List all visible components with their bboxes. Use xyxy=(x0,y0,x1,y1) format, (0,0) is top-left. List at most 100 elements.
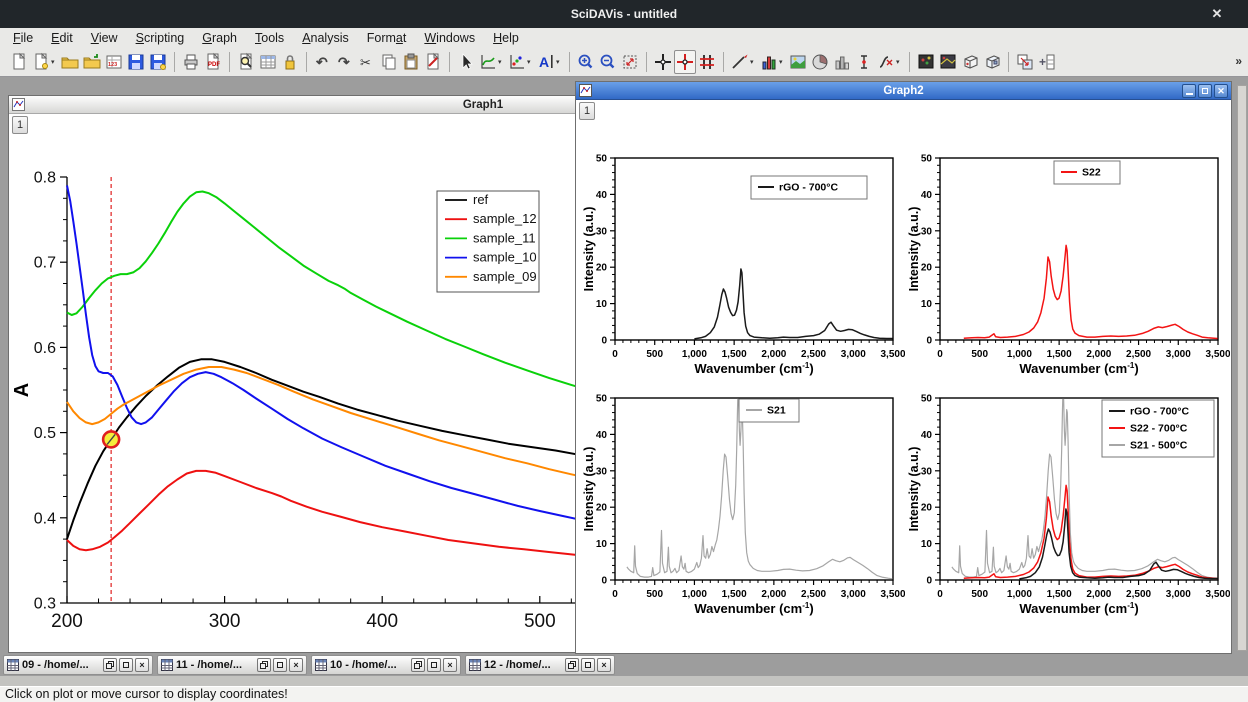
draw-line-dropdown-icon[interactable]: ▾ xyxy=(750,58,758,66)
print-icon[interactable] xyxy=(180,50,202,74)
raman_s22-legend[interactable]: S22 xyxy=(1054,161,1120,184)
minimized-window-3[interactable]: 10 - /home/... × xyxy=(311,655,461,675)
import-ascii-icon[interactable]: 123 xyxy=(103,50,125,74)
series-rGO - 700°C[interactable] xyxy=(694,269,893,339)
raman_rgo-legend[interactable]: rGO - 700°C xyxy=(751,176,867,199)
add-image-icon[interactable] xyxy=(787,50,809,74)
menu-format[interactable]: Format xyxy=(358,29,416,47)
graph2-window[interactable]: Graph2 ✕ 1 05001,0001,5002,0002,5003,000… xyxy=(575,81,1232,654)
raman_all-legend[interactable]: rGO - 700°CS22 - 700°CS21 - 500°C xyxy=(1102,400,1214,457)
error-bars-icon[interactable] xyxy=(853,50,875,74)
fit-wizard-icon[interactable] xyxy=(875,50,897,74)
draw-line-icon[interactable] xyxy=(729,50,751,74)
cut-icon[interactable]: ✂ xyxy=(356,50,378,74)
minimized-window-1[interactable]: 09 - /home/... × xyxy=(3,655,153,675)
find-window-icon[interactable] xyxy=(235,50,257,74)
zoom-out-icon[interactable] xyxy=(597,50,619,74)
new-aspect-icon[interactable] xyxy=(30,50,52,74)
menu-help[interactable]: Help xyxy=(484,29,528,47)
curve-style-icon[interactable] xyxy=(477,50,499,74)
maximize-icon[interactable] xyxy=(581,658,595,672)
close-icon[interactable]: × xyxy=(135,658,149,672)
disable-tools-icon[interactable] xyxy=(652,50,674,74)
menu-edit[interactable]: Edit xyxy=(42,29,82,47)
graph2-titlebar[interactable]: Graph2 ✕ xyxy=(576,82,1231,100)
raman-plot-s21[interactable]: 05001,0001,5002,0002,5003,0003,500010203… xyxy=(583,386,905,623)
minimized-window-4[interactable]: 12 - /home/... × xyxy=(465,655,615,675)
maximize-icon[interactable] xyxy=(273,658,287,672)
add-bars-icon[interactable] xyxy=(758,50,780,74)
symbol-style-icon[interactable] xyxy=(506,50,528,74)
rescale-icon[interactable] xyxy=(619,50,641,74)
new-aspect-dropdown-icon[interactable]: ▾ xyxy=(51,58,59,66)
new-project-icon[interactable] xyxy=(8,50,30,74)
fit-wizard-dropdown-icon[interactable]: ▾ xyxy=(896,58,904,66)
new-worksheet-icon[interactable] xyxy=(257,50,279,74)
add-layer-icon[interactable]: + xyxy=(1036,50,1058,74)
maximize-icon[interactable] xyxy=(427,658,441,672)
data-reader-icon[interactable] xyxy=(674,50,696,74)
toolbar-overflow-icon[interactable]: » xyxy=(1235,54,1242,68)
zoom-in-icon[interactable] xyxy=(575,50,597,74)
graph2-minimize-button[interactable] xyxy=(1182,84,1196,98)
menu-scripting[interactable]: Scripting xyxy=(127,29,194,47)
save-project-icon[interactable] xyxy=(125,50,147,74)
menu-tools[interactable]: Tools xyxy=(246,29,293,47)
restore-icon[interactable] xyxy=(103,658,117,672)
plot3d-cube-icon[interactable] xyxy=(959,50,981,74)
menu-analysis[interactable]: Analysis xyxy=(293,29,358,47)
pie-chart-icon[interactable] xyxy=(809,50,831,74)
raman-plot-combined[interactable]: 05001,0001,5002,0002,5003,0003,500010203… xyxy=(908,386,1230,623)
raman-plot-rgo[interactable]: 05001,0001,5002,0002,5003,0003,500010203… xyxy=(583,146,905,383)
menu-graph[interactable]: Graph xyxy=(193,29,246,47)
graph2-maximize-button[interactable] xyxy=(1198,84,1212,98)
plot3d-photo-alt-icon[interactable] xyxy=(937,50,959,74)
symbol-style-dropdown-icon[interactable]: ▾ xyxy=(527,58,535,66)
plot3d-cube-alt-icon[interactable] xyxy=(981,50,1003,74)
pointer-icon[interactable] xyxy=(455,50,477,74)
redo-icon[interactable]: ↷ xyxy=(334,50,356,74)
series-sample_12[interactable] xyxy=(67,471,603,558)
screen-reader-icon[interactable] xyxy=(696,50,718,74)
menu-view[interactable]: View xyxy=(82,29,127,47)
graph2-canvas[interactable]: 1 05001,0001,5002,0002,5003,0003,5000102… xyxy=(576,100,1231,653)
series-rGO - 700°C[interactable] xyxy=(1019,509,1218,579)
undo-icon[interactable]: ↶ xyxy=(312,50,334,74)
restore-icon[interactable] xyxy=(411,658,425,672)
restore-icon[interactable] xyxy=(565,658,579,672)
plot3d-photo-icon[interactable] xyxy=(915,50,937,74)
data-reader-marker[interactable] xyxy=(103,431,119,447)
save-template-icon[interactable] xyxy=(147,50,169,74)
menu-windows[interactable]: Windows xyxy=(415,29,484,47)
paste-icon[interactable] xyxy=(400,50,422,74)
close-icon[interactable]: × xyxy=(597,658,611,672)
uvvis-legend[interactable]: refsample_12sample_11sample_10sample_09 xyxy=(437,191,539,292)
edit-curve-icon[interactable] xyxy=(422,50,444,74)
resize-layer-icon[interactable] xyxy=(1014,50,1036,74)
menu-file[interactable]: File xyxy=(4,29,42,47)
raman-plot-s22[interactable]: 05001,0001,5002,0002,5003,0003,500010203… xyxy=(908,146,1230,383)
raman_s21-legend[interactable]: S21 xyxy=(739,399,799,422)
series-S22[interactable] xyxy=(964,245,1218,338)
open-template-icon[interactable] xyxy=(81,50,103,74)
lock-icon[interactable] xyxy=(279,50,301,74)
add-text-icon[interactable]: A xyxy=(535,50,557,74)
close-icon[interactable]: × xyxy=(289,658,303,672)
restore-icon[interactable] xyxy=(257,658,271,672)
series-ref[interactable] xyxy=(67,359,603,539)
series-S22 - 700°C[interactable] xyxy=(964,485,1218,578)
graph2-layer-button[interactable]: 1 xyxy=(579,102,595,120)
copy-icon[interactable] xyxy=(378,50,400,74)
workspace-scrollbar[interactable] xyxy=(1237,85,1247,651)
add-text-dropdown-icon[interactable]: ▾ xyxy=(556,58,564,66)
app-close-icon[interactable]: ✕ xyxy=(1208,6,1226,22)
app-titlebar[interactable]: SciDAVis - untitled ✕ xyxy=(0,0,1248,28)
curve-style-dropdown-icon[interactable]: ▾ xyxy=(498,58,506,66)
add-bars-dropdown-icon[interactable]: ▾ xyxy=(779,58,787,66)
export-pdf-icon[interactable]: PDF xyxy=(202,50,224,74)
close-icon[interactable]: × xyxy=(443,658,457,672)
series-sample_09[interactable] xyxy=(67,367,603,481)
minimized-window-2[interactable]: 11 - /home/... × xyxy=(157,655,307,675)
open-project-icon[interactable] xyxy=(59,50,81,74)
plot3d-bars-icon[interactable] xyxy=(831,50,853,74)
